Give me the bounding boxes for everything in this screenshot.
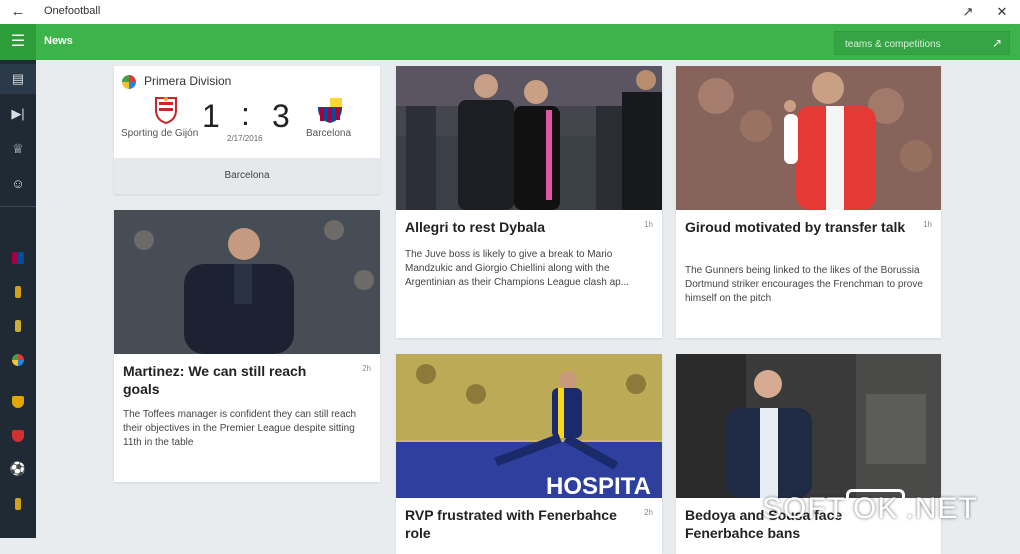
- away-team-name: Barcelona: [306, 128, 352, 139]
- ball-icon[interactable]: ⚽: [0, 454, 36, 484]
- away-score: 3: [272, 98, 290, 134]
- score-separator: :: [241, 96, 250, 132]
- article-time: 2h: [644, 508, 653, 517]
- team-icon-2[interactable]: [0, 276, 36, 306]
- match-footer[interactable]: Barcelona: [114, 158, 380, 194]
- article-time: 1h: [923, 220, 932, 229]
- match-date: 2/17/2016: [227, 134, 263, 143]
- article-image: [114, 210, 380, 354]
- la-liga-icon[interactable]: [0, 344, 36, 374]
- search-box: ↗: [834, 31, 1010, 56]
- ad-board-text: HOSPITA: [546, 473, 651, 498]
- article-image: HOSPITA: [396, 354, 662, 500]
- league-name: Primera Division: [122, 74, 231, 89]
- article-title: RVP frustrated with Fenerbahce role: [405, 507, 617, 541]
- players-icon[interactable]: ☺: [0, 169, 36, 199]
- close-icon[interactable]: ✕: [992, 2, 1012, 22]
- article-title: Martinez: We can still reach goals: [123, 363, 307, 397]
- search-input[interactable]: [835, 32, 992, 56]
- barcelona-team-icon[interactable]: [0, 242, 36, 272]
- article-time: 2h: [362, 364, 371, 373]
- title-bar: ← Onefootball ↗ ✕: [0, 0, 1020, 25]
- article-description: The Toffees manager is confident they ca…: [123, 409, 357, 448]
- team-icon-3[interactable]: [0, 310, 36, 340]
- watermark-box: OK: [846, 489, 906, 528]
- search-icon[interactable]: ↗: [989, 35, 1005, 51]
- page-title: News: [44, 35, 73, 47]
- restore-icon[interactable]: ↗: [958, 2, 978, 22]
- sporting-crest-icon: [154, 96, 178, 125]
- watermark: SOFT OK .NET: [762, 489, 978, 528]
- article-card[interactable]: Giroud motivated by transfer talk 1h The…: [676, 66, 941, 338]
- team-icon-5[interactable]: [0, 386, 36, 416]
- watermark-left: SOFT: [762, 492, 846, 525]
- league-label: Primera Division: [144, 74, 232, 88]
- article-time: 1h: [644, 220, 653, 229]
- article-description: The Gunners being linked to the likes of…: [685, 265, 923, 304]
- match-card[interactable]: Primera Division 1 : 3 Sporting de Gijón…: [114, 66, 380, 194]
- news-icon[interactable]: ▤: [0, 64, 36, 94]
- sidebar-divider: [0, 206, 36, 207]
- barcelona-crest-icon: [316, 96, 342, 124]
- article-title: Allegri to rest Dybala: [405, 219, 546, 235]
- article-image: [676, 66, 941, 210]
- trophy-icon[interactable]: [0, 488, 36, 518]
- article-title: Giroud motivated by transfer talk: [685, 219, 906, 235]
- header-bar: News ↗: [36, 24, 1020, 60]
- app-title: Onefootball: [44, 5, 101, 17]
- article-image: [676, 354, 941, 498]
- la-liga-logo-icon: [122, 74, 136, 89]
- article-image: [396, 66, 662, 210]
- article-card[interactable]: Allegri to rest Dybala 1h The Juve boss …: [396, 66, 662, 338]
- matches-icon[interactable]: ▶|: [0, 99, 36, 129]
- back-arrow-icon[interactable]: ←: [8, 2, 28, 22]
- article-card[interactable]: Martinez: We can still reach goals 2h Th…: [114, 210, 380, 482]
- article-description: The Juve boss is likely to give a break …: [405, 249, 630, 288]
- sidebar: ☰ ▤ ▶| ♕ ☺ ⚽: [0, 24, 36, 538]
- home-team-name: Sporting de Gijón: [121, 128, 199, 139]
- home-score: 1: [202, 98, 220, 134]
- watermark-right: .NET: [905, 492, 978, 525]
- hamburger-menu-icon[interactable]: ☰: [0, 24, 36, 60]
- tables-icon[interactable]: ♕: [0, 134, 36, 164]
- article-card[interactable]: HOSPITA RVP frustrated with Fenerbahce r…: [396, 354, 662, 554]
- team-icon-6[interactable]: [0, 420, 36, 450]
